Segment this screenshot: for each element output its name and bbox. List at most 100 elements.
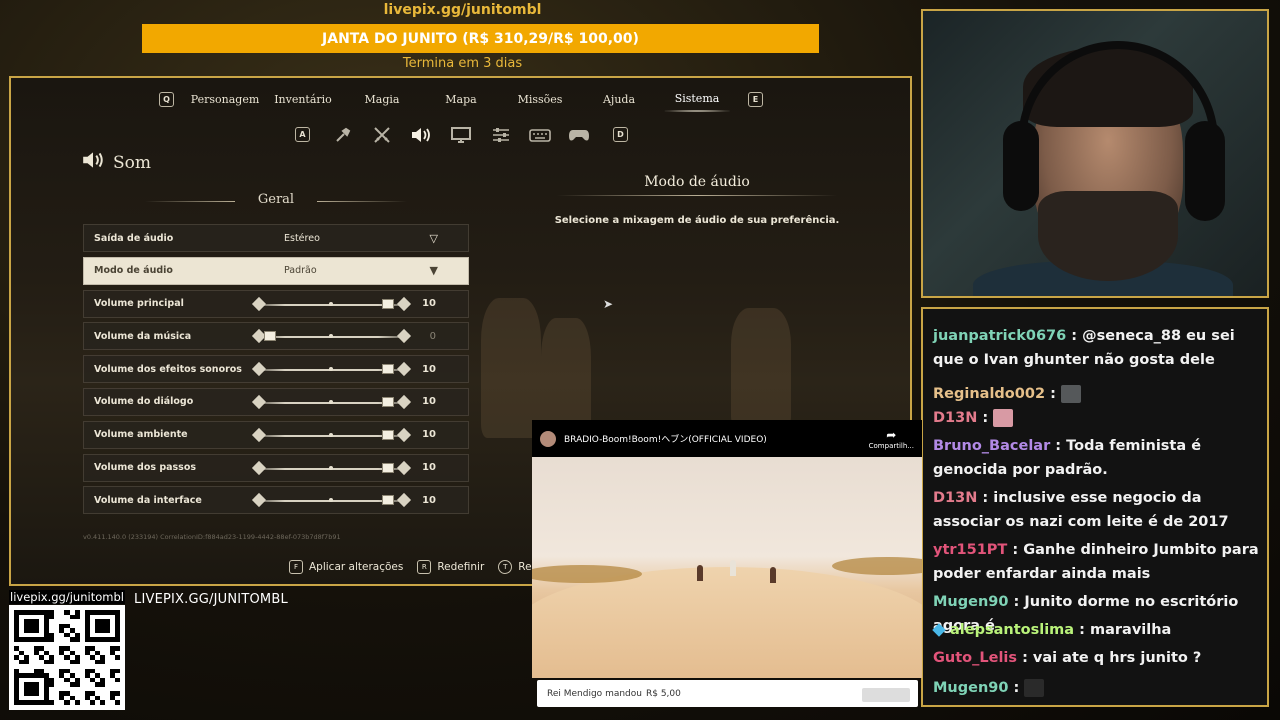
setting-value: Padrão xyxy=(284,265,317,277)
channel-avatar[interactable] xyxy=(540,430,556,447)
settings-list: Saída de áudio Estéreo ▽ Modo de áudio Padrã… xyxy=(83,224,469,519)
alert-action: mandou xyxy=(605,688,642,699)
slider-right-cap xyxy=(396,394,412,410)
chat-username[interactable]: alepsantoslima xyxy=(950,622,1074,638)
tab-ajuda[interactable]: Ajuda xyxy=(603,93,635,106)
stream-layout: livepix.gg/junitombl JANTA DO JUNITO (R$… xyxy=(0,0,1280,720)
emote-icon xyxy=(993,409,1014,427)
slider-left-cap xyxy=(251,296,267,311)
slider-left-cap xyxy=(251,394,267,410)
chat-username[interactable]: D13N xyxy=(933,490,977,506)
donation-alert: Rei Mendigo mandou R$ 5,00 xyxy=(537,680,918,707)
share-button[interactable]: ➦ Compartilh... xyxy=(869,428,914,450)
tab-mapa[interactable]: Mapa xyxy=(445,93,476,106)
slider-midpoint xyxy=(329,465,333,470)
swords-icon[interactable] xyxy=(371,125,393,145)
chat-username[interactable]: ytr151PT xyxy=(933,542,1007,558)
volume-slider[interactable] xyxy=(251,493,412,508)
setting-row[interactable]: Volume do diálogo 10 xyxy=(83,387,469,416)
nav-next-key[interactable]: E xyxy=(748,92,763,107)
qr-code[interactable] xyxy=(9,605,125,710)
tab-personagem[interactable]: Personagem xyxy=(191,93,260,106)
video-player[interactable]: BRADIO-Boom!Boom!ヘブン(OFFICIAL VIDEO) ➦ C… xyxy=(532,420,922,678)
slider-right-cap xyxy=(396,296,412,311)
volume-slider[interactable] xyxy=(251,362,412,377)
slider-knob[interactable] xyxy=(382,364,394,375)
speaker-icon[interactable] xyxy=(410,125,432,145)
keyboard-icon[interactable] xyxy=(529,125,551,145)
setting-row[interactable]: Saída de áudio Estéreo ▽ xyxy=(83,224,469,252)
webcam-beard xyxy=(1038,191,1178,281)
badge-icon xyxy=(932,623,946,637)
volume-slider[interactable] xyxy=(251,296,412,311)
video-frame xyxy=(532,457,922,678)
tab-missoes[interactable]: Missões xyxy=(518,93,563,106)
chat-message: juanpatrick0676 : @seneca_88 eu sei que … xyxy=(933,324,1263,372)
chat-username[interactable]: Guto_Lelis xyxy=(933,650,1017,666)
setting-number: 10 xyxy=(422,494,436,506)
slider-knob[interactable] xyxy=(382,429,394,440)
share-icon: ➦ xyxy=(886,428,897,442)
chat-username[interactable]: Reginaldo002 xyxy=(933,386,1045,402)
chevron-down-icon[interactable]: ▽ xyxy=(430,232,438,245)
reset-button[interactable]: R Redefinir xyxy=(417,560,484,574)
chat-message: D13N : inclusive esse negocio da associa… xyxy=(933,486,1263,534)
chat-separator: : xyxy=(1008,594,1025,610)
reset-key: R xyxy=(417,560,432,574)
chat-username[interactable]: Bruno_Bacelar xyxy=(933,438,1050,454)
chat-username[interactable]: D13N xyxy=(933,410,977,426)
apply-changes-button[interactable]: F Aplicar alterações xyxy=(289,560,403,574)
setting-row[interactable]: Volume dos passos 10 xyxy=(83,453,469,482)
alert-amount: R$ 5,00 xyxy=(645,688,681,699)
setting-row[interactable]: Volume dos efeitos sonoros 10 xyxy=(83,355,469,384)
slider-right-cap xyxy=(396,460,412,475)
apply-label: Aplicar alterações xyxy=(309,561,404,573)
tab-sistema[interactable]: Sistema xyxy=(664,92,729,112)
slider-left-cap xyxy=(251,427,267,442)
slider-knob[interactable] xyxy=(382,462,394,473)
setting-label: Saída de áudio xyxy=(94,232,174,244)
video-title[interactable]: BRADIO-Boom!Boom!ヘブン(OFFICIAL VIDEO) xyxy=(564,432,767,445)
reset-all-key: T xyxy=(498,560,513,574)
chat-separator: : xyxy=(1066,328,1083,344)
setting-label: Volume principal xyxy=(94,298,184,310)
gamepad-icon[interactable] xyxy=(568,125,590,145)
volume-slider[interactable] xyxy=(251,394,412,410)
volume-slider[interactable] xyxy=(251,329,412,344)
grass-patch xyxy=(832,557,922,575)
tab-magia[interactable]: Magia xyxy=(365,93,400,106)
chat-separator: : xyxy=(1008,680,1025,696)
chat-text: vai ate q hrs junito ? xyxy=(1032,650,1202,666)
qr-label: livepix.gg/junitombl xyxy=(9,590,125,604)
setting-row[interactable]: Volume da música 0 xyxy=(83,322,469,351)
slider-knob[interactable] xyxy=(382,396,394,407)
setting-row[interactable]: Volume da interface 10 xyxy=(83,486,469,515)
setting-row[interactable]: Modo de áudio Padrão ▼ xyxy=(83,256,469,285)
chat-username[interactable]: Mugen90 xyxy=(933,594,1008,610)
section-title: Som xyxy=(81,150,151,175)
category-prev-key[interactable]: A xyxy=(295,127,310,142)
chat-separator: : xyxy=(1045,386,1061,402)
chat-separator: : xyxy=(1074,622,1090,638)
sliders-icon[interactable] xyxy=(490,125,512,145)
footer-actions: F Aplicar alterações R Redefinir T Redef… xyxy=(289,560,551,574)
setting-number: 0 xyxy=(429,330,436,342)
tab-inventario[interactable]: Inventário xyxy=(274,93,332,106)
torch-icon[interactable] xyxy=(332,125,354,145)
volume-slider[interactable] xyxy=(251,460,412,475)
monitor-icon[interactable] xyxy=(450,125,472,145)
chat-username[interactable]: juanpatrick0676 xyxy=(933,328,1066,344)
reset-label: Redefinir xyxy=(437,561,485,573)
volume-slider[interactable] xyxy=(251,427,412,442)
chevron-down-icon[interactable]: ▼ xyxy=(430,264,438,277)
chat-username[interactable]: Mugen90 xyxy=(933,680,1008,696)
slider-knob[interactable] xyxy=(382,298,394,309)
nav-prev-key[interactable]: Q xyxy=(159,92,174,107)
slider-midpoint xyxy=(329,334,333,339)
setting-row[interactable]: Volume principal 10 xyxy=(83,289,469,318)
slider-knob[interactable] xyxy=(264,331,276,342)
category-next-key[interactable]: D xyxy=(613,127,628,142)
slider-knob[interactable] xyxy=(382,495,394,506)
slider-left-cap xyxy=(251,460,267,475)
setting-row[interactable]: Volume ambiente 10 xyxy=(83,420,469,449)
